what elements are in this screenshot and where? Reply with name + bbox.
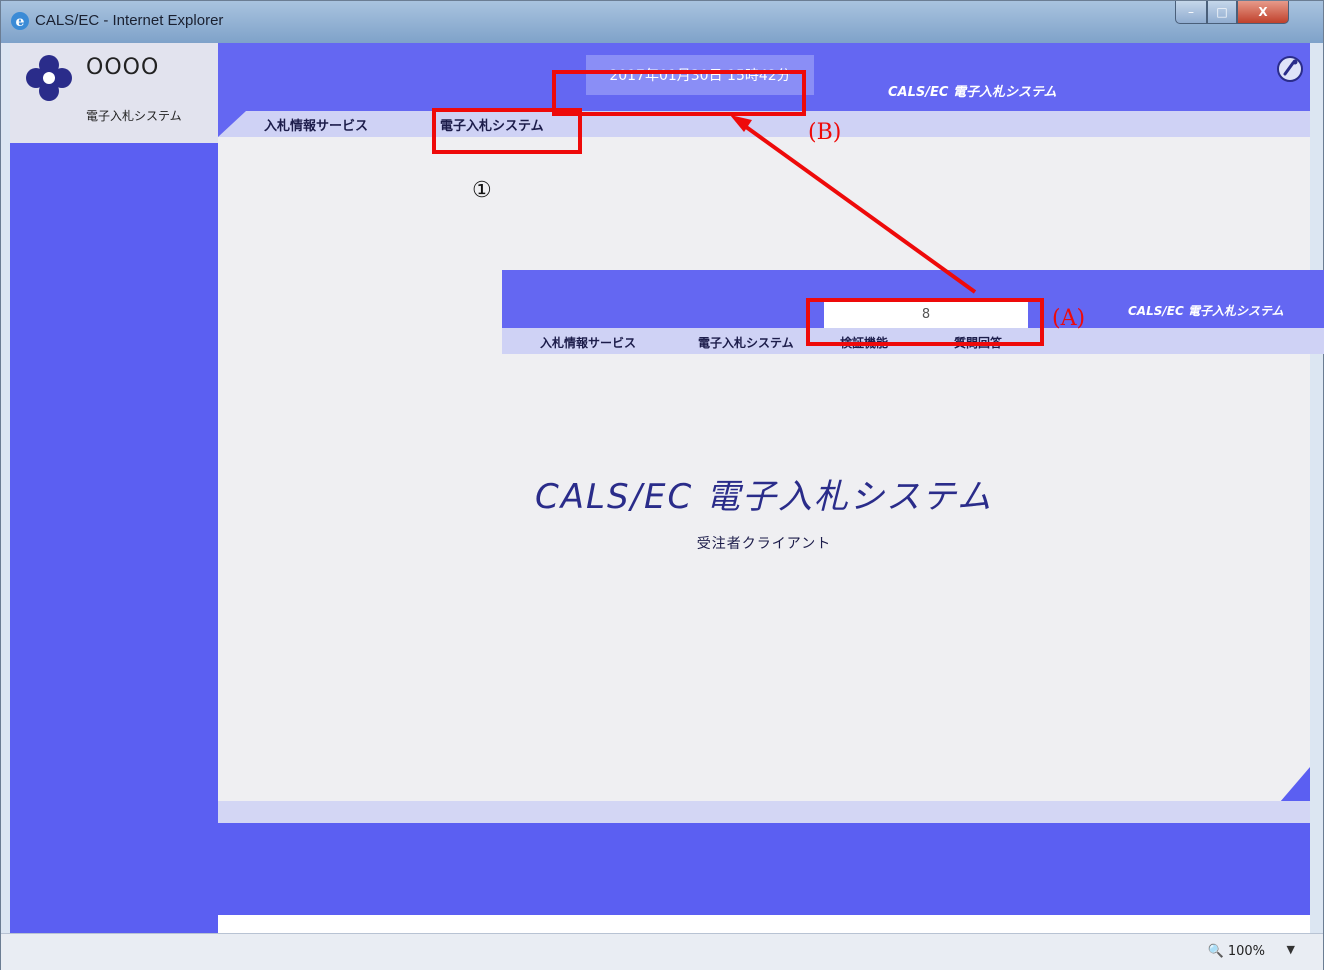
zoom-icon: 🔍: [1207, 944, 1224, 959]
menu-bar-tab-shape: [218, 111, 246, 137]
logo-mark-icon: [26, 55, 72, 101]
close-button[interactable]: X: [1237, 1, 1289, 24]
sidebar: [10, 143, 218, 933]
internet-explorer-icon: e: [11, 12, 29, 30]
status-bar: 🔍 100% ▼: [1, 933, 1323, 970]
minimize-button[interactable]: –: [1175, 1, 1207, 24]
footer-bar: [218, 801, 1310, 823]
inset-menu-item-electronic-bidding: 電子入札システム: [698, 336, 794, 350]
svg-text:e: e: [16, 14, 25, 30]
system-title: CALS/EC 電子入札システム: [535, 477, 993, 517]
zoom-level[interactable]: 🔍 100%: [1208, 944, 1266, 959]
title-bar: e CALS/EC - Internet Explorer – □ X: [1, 1, 1323, 43]
logo: OOOO 電子入札システム: [10, 43, 218, 143]
help-icon[interactable]: [1276, 55, 1304, 83]
content-bottom-band: [218, 823, 1310, 915]
browser-window: e CALS/EC - Internet Explorer – □ X OOOO…: [0, 0, 1324, 970]
logo-subtitle: 電子入札システム: [86, 109, 182, 123]
window-controls: – □ X: [1175, 1, 1289, 24]
annotation-label-b: (B): [808, 120, 842, 145]
annotation-label-a: (A): [1052, 306, 1086, 331]
main-content: CALS/EC 電子入札システム 受注者クライアント: [218, 137, 1310, 915]
inset-menu-item-bid-info-service: 入札情報サービス: [540, 336, 637, 350]
inset-system-title: CALS/EC 電子入札システム: [1128, 304, 1284, 318]
highlight-datetime: [552, 70, 806, 116]
highlight-electronic-bidding: [432, 108, 582, 154]
highlight-inset-datetime: [806, 298, 1044, 346]
client-subtitle: 受注者クライアント: [696, 536, 832, 552]
chevron-down-icon[interactable]: ▼: [1287, 943, 1295, 956]
annotation-circle-one: ①: [472, 178, 492, 203]
logo-title: OOOO: [86, 55, 160, 80]
window-title: CALS/EC - Internet Explorer: [35, 12, 224, 29]
page-content: OOOO 電子入札システム 2017年01月30日 15時42分 CALS/EC…: [10, 43, 1310, 933]
maximize-button[interactable]: □: [1207, 1, 1237, 24]
header-system-title: CALS/EC 電子入札システム: [888, 85, 1057, 100]
zoom-value: 100%: [1227, 944, 1265, 959]
menu-item-bid-info-service[interactable]: 入札情報サービス: [264, 115, 368, 134]
